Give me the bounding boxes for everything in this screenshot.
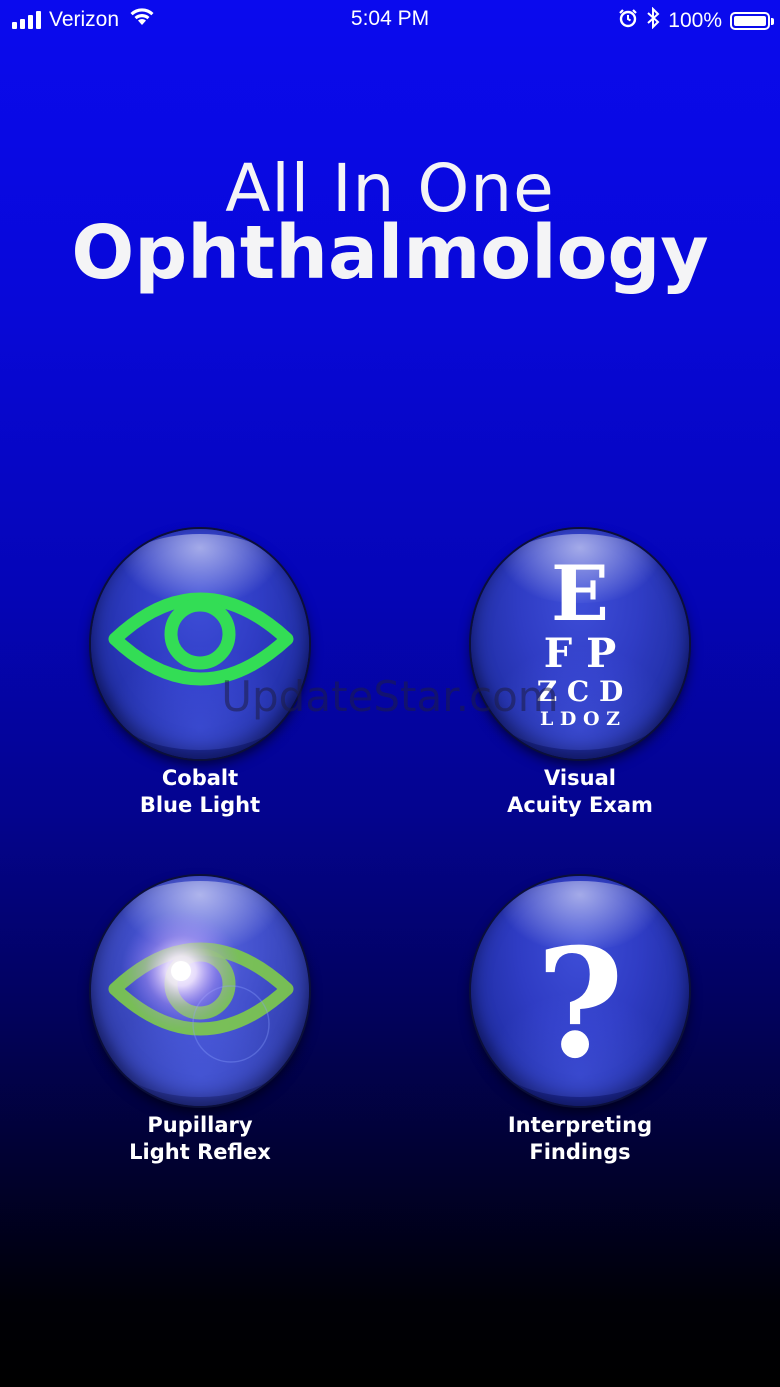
battery-level (734, 16, 766, 26)
tile-label-line1: Pupillary (147, 1113, 253, 1137)
battery-percent: 100% (668, 9, 722, 32)
app-title-line2: Ophthalmology (71, 210, 709, 296)
eye-chart-row-4: L D O Z (540, 708, 620, 730)
pupillary-light-reflex-button[interactable]: Pupillary Light Reflex (50, 876, 350, 1196)
eye-with-light-flare-icon (108, 911, 294, 1063)
battery-icon (730, 12, 774, 30)
question-mark-symbol: ? (536, 916, 624, 1092)
status-bar-right: 100% (618, 6, 774, 35)
eye-chart-icon: E F P Z C D L D O Z (537, 549, 624, 730)
eye-chart-row-1: E (551, 549, 609, 638)
eye-icon (108, 592, 294, 686)
tile-label-line1: Visual (544, 766, 616, 790)
interpreting-findings-button[interactable]: ? Interpreting Findings (430, 876, 730, 1196)
alarm-icon (618, 8, 638, 34)
cobalt-blue-light-button[interactable]: Cobalt Blue Light (50, 529, 350, 849)
tile-label-line1: Interpreting (507, 1113, 653, 1137)
status-bar: Verizon 5:04 PM 100% (0, 0, 780, 40)
visual-acuity-exam-label: Visual Acuity Exam (430, 765, 730, 819)
eye-chart-row-2: F P (544, 630, 616, 677)
question-mark-icon: ? (536, 916, 624, 1092)
eye-chart-row-3: Z C D (537, 675, 624, 708)
pupillary-light-reflex-orb (91, 876, 309, 1106)
tile-label-line1: Cobalt (161, 766, 239, 790)
tile-label-line2: Light Reflex (129, 1140, 271, 1164)
tile-label-line2: Acuity Exam (507, 793, 653, 817)
pupillary-light-reflex-label: Pupillary Light Reflex (50, 1112, 350, 1166)
visual-acuity-exam-orb: E F P Z C D L D O Z (471, 529, 689, 759)
interpreting-findings-orb: ? (471, 876, 689, 1106)
cobalt-blue-light-orb (91, 529, 309, 759)
tile-label-line2: Findings (529, 1140, 631, 1164)
bluetooth-icon (646, 6, 660, 35)
cobalt-blue-light-label: Cobalt Blue Light (50, 765, 350, 819)
visual-acuity-exam-button[interactable]: E F P Z C D L D O Z Visual Acuity Exam (430, 529, 730, 849)
tile-label-line2: Blue Light (139, 793, 261, 817)
interpreting-findings-label: Interpreting Findings (430, 1112, 730, 1166)
